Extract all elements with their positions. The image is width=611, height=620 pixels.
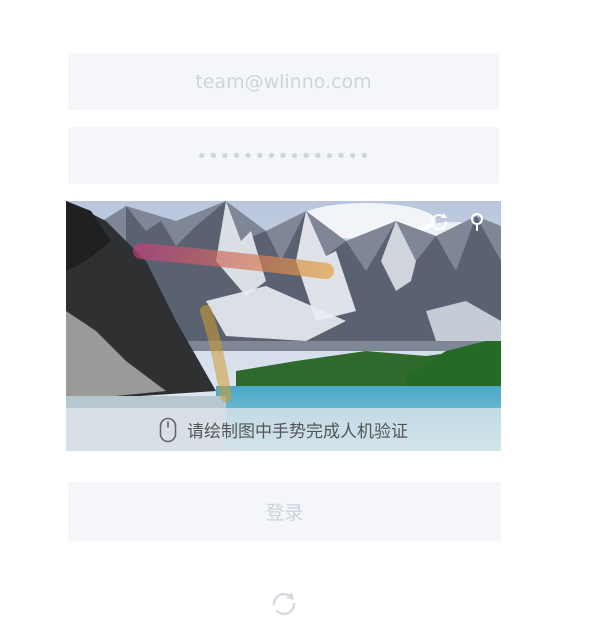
close-icon (471, 213, 483, 231)
mouse-icon (159, 417, 177, 442)
gesture-captcha[interactable]: 请绘制图中手势完成人机验证 (66, 201, 501, 451)
login-button[interactable]: 登录 (68, 482, 501, 541)
captcha-hint-text: 请绘制图中手势完成人机验证 (187, 422, 408, 442)
email-field-wrapper (68, 53, 499, 110)
captcha-close-button[interactable] (464, 209, 490, 235)
captcha-refresh-button[interactable] (426, 209, 452, 235)
refresh-icon[interactable] (268, 588, 300, 620)
email-input[interactable] (68, 69, 499, 94)
password-input[interactable] (68, 143, 499, 168)
password-field-wrapper (68, 127, 499, 184)
refresh-icon (431, 213, 447, 230)
captcha-hint-bar: 请绘制图中手势完成人机验证 (66, 408, 501, 451)
